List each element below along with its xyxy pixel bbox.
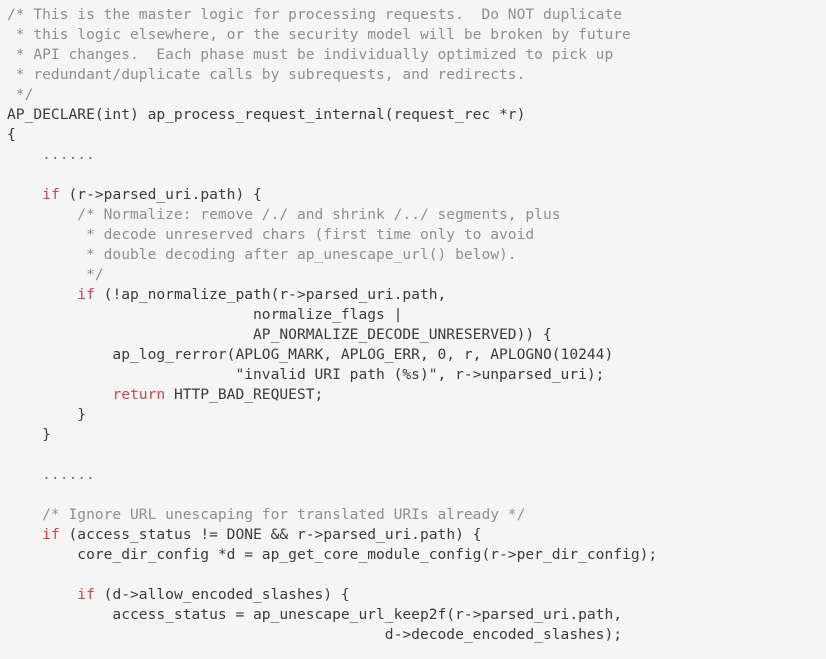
code-line: d->decode_encoded_slashes);: [7, 625, 826, 645]
code-line: access_status = ap_unescape_url_keep2f(r…: [7, 605, 826, 625]
code-token-comment: /* Normalize: remove /./ and shrink /../…: [7, 206, 561, 223]
code-line: [7, 165, 826, 185]
code-line: if (d->allow_encoded_slashes) {: [7, 585, 826, 605]
code-token-plain: HTTP_BAD_REQUEST;: [165, 386, 324, 403]
code-token-comment: * double decoding after ap_unescape_url(…: [7, 246, 517, 263]
code-token-plain: normalize_flags |: [7, 306, 403, 323]
code-line: }: [7, 425, 826, 445]
code-token-comment: /* Ignore URL unescaping for translated …: [7, 506, 526, 523]
code-line: ap_log_rerror(APLOG_MARK, APLOG_ERR, 0, …: [7, 345, 826, 365]
code-token-comment: * decode unreserved chars (first time on…: [7, 226, 535, 243]
code-token-comment: * redundant/duplicate calls by subreques…: [7, 66, 526, 83]
code-line: [7, 565, 826, 585]
code-token-plain: }: [7, 426, 51, 443]
code-token-comment: * API changes. Each phase must be indivi…: [7, 46, 614, 63]
code-line: AP_DECLARE(int) ap_process_request_inter…: [7, 105, 826, 125]
code-token-plain: }: [7, 406, 87, 423]
code-token-plain: ap_log_rerror(APLOG_MARK, APLOG_ERR, 0, …: [7, 346, 614, 363]
code-token-keyword: return: [112, 386, 166, 403]
code-token-plain: {: [7, 126, 16, 143]
code-token-plain: AP_NORMALIZE_DECODE_UNRESERVED)) {: [7, 326, 552, 343]
code-line: if (r->parsed_uri.path) {: [7, 185, 826, 205]
code-line: * redundant/duplicate calls by subreques…: [7, 65, 826, 85]
code-line: * this logic elsewhere, or the security …: [7, 25, 826, 45]
code-token-blank: [7, 446, 16, 463]
code-token-keyword: if: [42, 526, 60, 543]
code-listing: /* This is the master logic for processi…: [0, 0, 826, 659]
code-line: */: [7, 85, 826, 105]
code-line: /* This is the master logic for processi…: [7, 5, 826, 25]
code-token-blank: [7, 486, 16, 503]
code-line: * API changes. Each phase must be indivi…: [7, 45, 826, 65]
code-token-comment: /* This is the master logic for processi…: [7, 6, 623, 23]
code-token-blank: [7, 166, 16, 183]
code-token-plain: (r->parsed_uri.path) {: [59, 186, 262, 203]
code-line: /* Ignore URL unescaping for translated …: [7, 505, 826, 525]
code-token-plain: access_status = ap_unescape_url_keep2f(r…: [7, 606, 623, 623]
code-line: if (!ap_normalize_path(r->parsed_uri.pat…: [7, 285, 826, 305]
code-token-plain: (access_status != DONE && r->parsed_uri.…: [59, 526, 482, 543]
code-token-comment: */: [7, 266, 104, 283]
code-token-keyword: if: [77, 586, 95, 603]
code-token-keyword: if: [42, 186, 60, 203]
code-line: */: [7, 265, 826, 285]
code-line: "invalid URI path (%s)", r->unparsed_uri…: [7, 365, 826, 385]
code-line: * double decoding after ap_unescape_url(…: [7, 245, 826, 265]
code-token-plain: (d->allow_encoded_slashes) {: [94, 586, 350, 603]
code-token-plain: (!ap_normalize_path(r->parsed_uri.path,: [94, 286, 447, 303]
code-line: core_dir_config *d = ap_get_core_module_…: [7, 545, 826, 565]
code-token-plain: AP_DECLARE(int) ap_process_request_inter…: [7, 106, 526, 123]
code-token-plain: core_dir_config *d = ap_get_core_module_…: [7, 546, 658, 563]
code-line: {: [7, 125, 826, 145]
code-line: [7, 445, 826, 465]
code-line: * decode unreserved chars (first time on…: [7, 225, 826, 245]
code-line: return HTTP_BAD_REQUEST;: [7, 385, 826, 405]
code-line: ......: [7, 145, 826, 165]
code-token-plain: d->decode_encoded_slashes);: [7, 626, 623, 643]
code-line: }: [7, 405, 826, 425]
code-token-comment: */: [7, 86, 34, 103]
code-token-keyword: if: [77, 286, 95, 303]
code-token-plain: "invalid URI path (%s)", r->unparsed_uri…: [7, 366, 605, 383]
code-line: AP_NORMALIZE_DECODE_UNRESERVED)) {: [7, 325, 826, 345]
code-line: [7, 485, 826, 505]
code-line: /* Normalize: remove /./ and shrink /../…: [7, 205, 826, 225]
code-line: if (access_status != DONE && r->parsed_u…: [7, 525, 826, 545]
code-line: ......: [7, 465, 826, 485]
code-token-blank: [7, 566, 16, 583]
code-line: normalize_flags |: [7, 305, 826, 325]
code-token-comment: * this logic elsewhere, or the security …: [7, 26, 631, 43]
code-token-dots: ......: [7, 146, 95, 163]
code-token-dots: ......: [7, 466, 95, 483]
